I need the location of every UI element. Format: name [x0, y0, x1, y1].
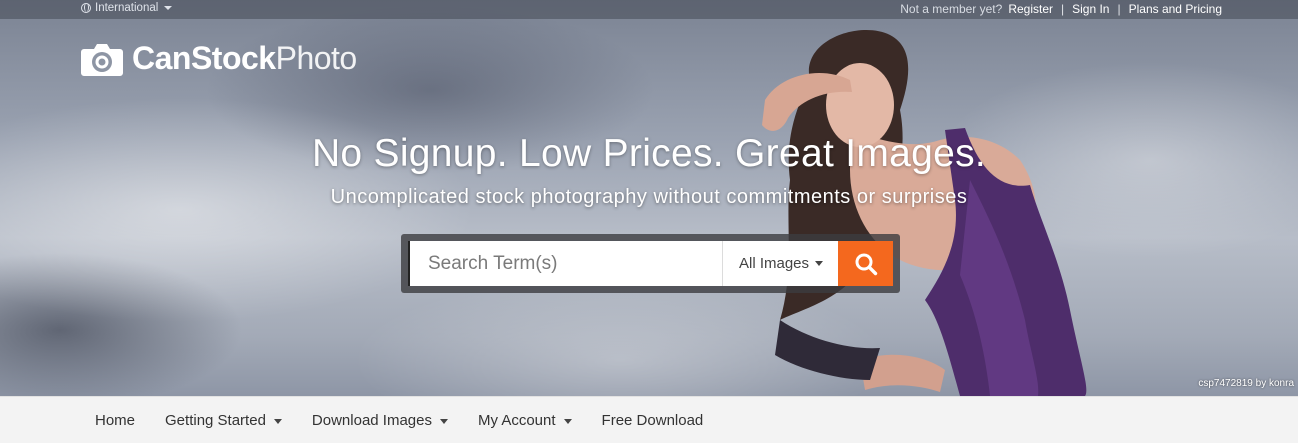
sign-in-link[interactable]: Sign In — [1072, 2, 1109, 16]
plans-pricing-link[interactable]: Plans and Pricing — [1129, 2, 1222, 16]
caret-down-icon — [440, 419, 448, 424]
separator: | — [1061, 2, 1065, 16]
account-links: Not a member yet? Register | Sign In | P… — [900, 2, 1222, 16]
region-label: International — [95, 2, 159, 14]
logo-text-thin: Photo — [275, 40, 358, 76]
main-navigation: Home Getting Started Download Images My … — [0, 396, 1298, 443]
search-icon — [855, 253, 877, 275]
hero-subheadline: Uncomplicated stock photography without … — [330, 186, 968, 208]
caret-down-icon — [273, 419, 282, 424]
caret-down-icon — [815, 261, 824, 266]
nav-item-my-account[interactable]: My Account — [463, 412, 587, 429]
image-type-select[interactable]: All Images — [722, 241, 839, 286]
search-bar: All Images — [401, 234, 900, 293]
register-link[interactable]: Register — [1008, 2, 1053, 16]
nav-item-getting-started[interactable]: Getting Started — [150, 412, 297, 429]
search-button[interactable] — [838, 241, 893, 286]
image-type-value: All Images — [738, 255, 810, 272]
logo-text-bold: CanStock — [132, 40, 276, 76]
site-logo[interactable]: CanStock Photo — [80, 40, 357, 77]
caret-down-icon — [164, 6, 173, 10]
separator: | — [1117, 2, 1121, 16]
nav-item-label: Home — [95, 412, 136, 429]
caret-down-icon — [563, 419, 572, 424]
image-credit: csp7472819 by konra — [1198, 378, 1294, 389]
member-prompt: Not a member yet? — [900, 2, 1003, 16]
globe-icon — [81, 3, 91, 13]
search-input[interactable] — [408, 241, 722, 286]
nav-item-label: My Account — [478, 412, 556, 429]
nav-item-home[interactable]: Home — [80, 412, 150, 429]
hero-headline: No Signup. Low Prices. Great Images. — [311, 132, 987, 175]
nav-item-label: Download Images — [311, 412, 432, 429]
nav-item-label: Free Download — [601, 412, 704, 429]
nav-item-free-download[interactable]: Free Download — [587, 412, 719, 429]
nav-item-label: Getting Started — [165, 412, 266, 429]
nav-item-download-images[interactable]: Download Images — [297, 412, 463, 429]
top-utility-bar: International Not a member yet? Register… — [0, 0, 1298, 19]
region-selector[interactable]: International — [81, 2, 173, 14]
camera-icon — [81, 43, 123, 76]
